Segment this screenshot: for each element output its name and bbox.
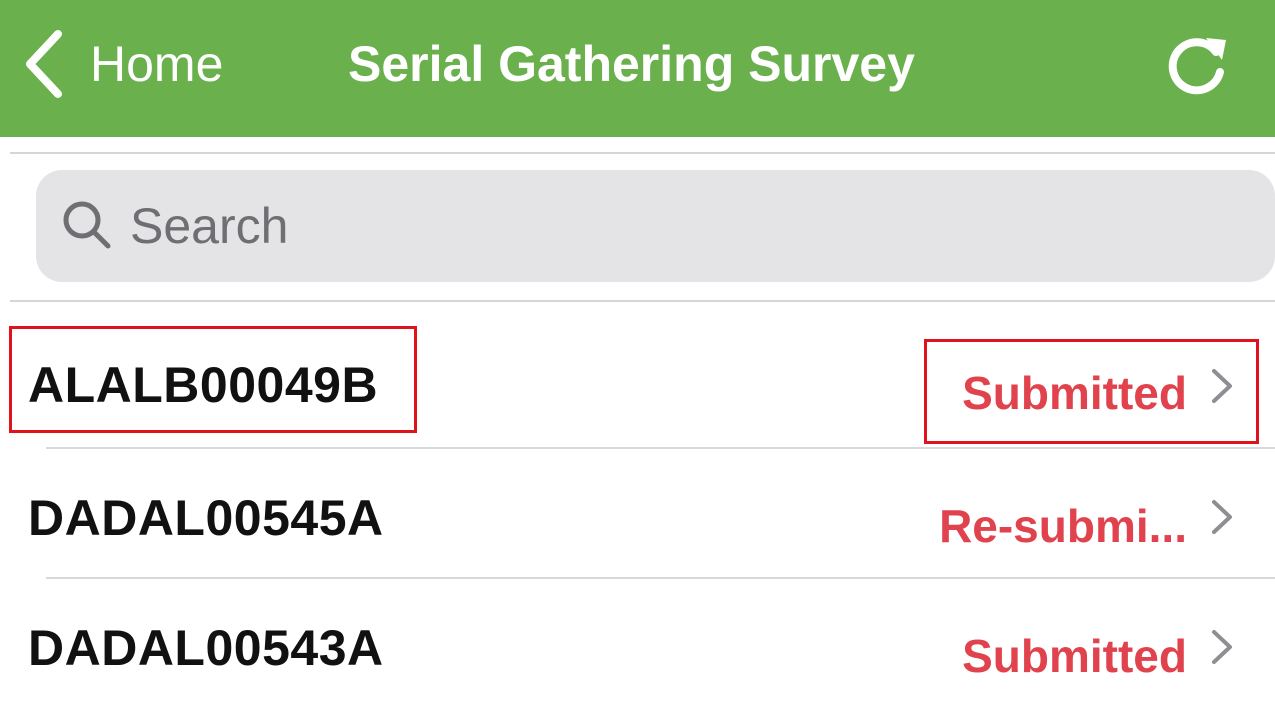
refresh-icon [1168,38,1226,95]
search-icon [63,201,111,249]
chevron-left-icon [26,30,62,98]
refresh-button[interactable] [1162,30,1232,100]
search-bar[interactable] [36,170,1275,282]
status-label: Submitted [962,630,1187,682]
status-label: Submitted [962,367,1187,419]
back-button-label: Home [90,36,224,92]
serial-id: DADAL00543A [28,620,384,676]
search-input[interactable] [130,186,1230,266]
divider [10,300,1275,302]
list-item[interactable]: DADAL00545A Re-submi... [0,449,1275,579]
serial-id: ALALB00049B [28,357,379,413]
navigation-bar: Home Serial Gathering Survey [0,0,1275,137]
page-title: Serial Gathering Survey [348,36,915,92]
back-button[interactable]: Home [20,24,223,104]
status-label: Re-submi... [939,500,1187,552]
chevron-right-icon [1209,497,1235,537]
chevron-right-icon [1209,627,1235,667]
chevron-right-icon [1209,366,1235,406]
divider [10,152,1275,154]
serial-id: DADAL00545A [28,490,384,546]
list-item[interactable]: ALALB00049B Submitted [0,318,1275,448]
